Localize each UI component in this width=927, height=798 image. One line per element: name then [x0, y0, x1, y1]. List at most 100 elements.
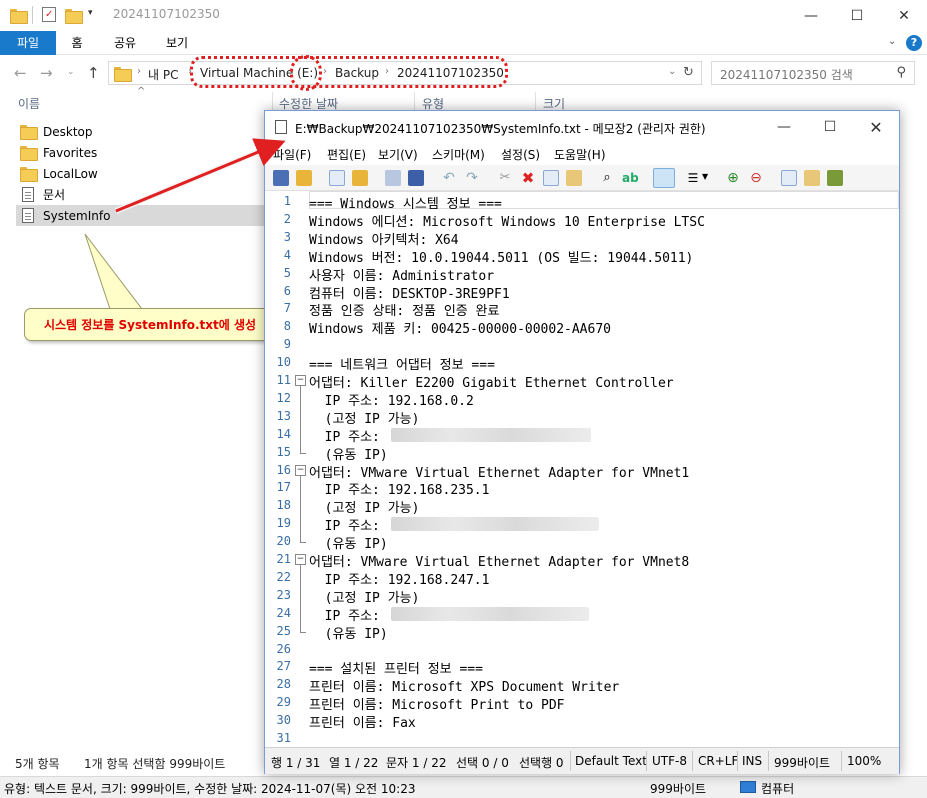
- code-line[interactable]: IP 주소: 192.168.247.1: [309, 569, 490, 588]
- maximize-button[interactable]: ☐: [807, 111, 853, 143]
- menu-view[interactable]: 보기(V): [378, 146, 418, 163]
- code-line[interactable]: === 설치된 프린터 정보 ===: [309, 658, 483, 677]
- breadcrumb-this-pc[interactable]: 내 PC: [148, 66, 178, 83]
- code-line[interactable]: (고정 IP 가능): [309, 497, 420, 516]
- code-line[interactable]: 정품 인증 상태: 정품 인증 완료: [309, 300, 499, 319]
- fold-toggle-icon[interactable]: −: [295, 464, 306, 476]
- code-line[interactable]: 프린터 이름: Fax: [309, 712, 416, 731]
- code-line[interactable]: Windows 제품 키: 00425-00000-00002-AA670: [309, 318, 611, 337]
- word-wrap-icon[interactable]: [653, 168, 675, 188]
- column-name[interactable]: 이름: [18, 95, 40, 112]
- text-editor[interactable]: 1 2 3 4 5 6 7 8 9 10 11 12 13 14 15 16 17 18 19 20 21 22 23 24 2…: [265, 191, 899, 747]
- minimize-button[interactable]: —: [761, 111, 807, 143]
- minimize-button[interactable]: —: [788, 0, 834, 31]
- status-zoom[interactable]: 100%: [847, 754, 881, 768]
- code-line[interactable]: IP 주소: 192.168.235.1: [309, 479, 490, 498]
- line-number: 16: [276, 462, 291, 477]
- status-encoding[interactable]: UTF-8: [652, 754, 687, 768]
- chevron-right-icon[interactable]: ›: [137, 66, 141, 77]
- list-item-desktop[interactable]: Desktop: [16, 121, 266, 142]
- new-file-icon[interactable]: [273, 170, 289, 186]
- toggle-list-icon[interactable]: ☰: [685, 170, 701, 186]
- search-box[interactable]: 20241107102350 검색 ⚲: [711, 61, 915, 85]
- forward-icon[interactable]: →: [40, 64, 53, 82]
- line-number: 31: [276, 731, 291, 745]
- reopen-icon[interactable]: [352, 170, 368, 186]
- code-line[interactable]: 컴퓨터 이름: DESKTOP-3RE9PF1: [309, 283, 510, 302]
- recent-locations-icon[interactable]: ⌄: [67, 67, 75, 77]
- code-line[interactable]: 사용자 이름: Administrator: [309, 265, 494, 284]
- cut-icon[interactable]: ✂: [497, 170, 513, 186]
- zoom-in-icon[interactable]: ⊕: [725, 170, 741, 186]
- replace-icon[interactable]: ab: [622, 170, 639, 186]
- paste-icon[interactable]: [566, 170, 582, 186]
- delete-icon[interactable]: ✖: [520, 170, 536, 186]
- search-input[interactable]: 20241107102350 검색: [720, 66, 853, 83]
- find-icon[interactable]: ⌕: [599, 170, 615, 186]
- list-item-systeminfo[interactable]: SystemInfo: [16, 205, 266, 226]
- up-icon[interactable]: ↑: [87, 64, 100, 82]
- code-line[interactable]: (고정 IP 가능): [309, 587, 420, 606]
- tab-home[interactable]: 홈: [62, 31, 92, 55]
- menu-file[interactable]: 파일(F): [273, 146, 311, 163]
- tab-view[interactable]: 보기: [160, 31, 194, 55]
- exit-icon[interactable]: [827, 170, 843, 186]
- expand-ribbon-icon[interactable]: ⌄: [888, 36, 896, 47]
- fold-toggle-icon[interactable]: −: [295, 554, 306, 565]
- properties-icon[interactable]: ✓: [42, 7, 56, 22]
- customize-quick-access-icon[interactable]: ▾: [88, 8, 93, 18]
- list-item-favorites[interactable]: Favorites: [16, 142, 266, 163]
- zoom-out-icon[interactable]: ⊖: [748, 170, 764, 186]
- fold-toggle-icon[interactable]: −: [295, 375, 306, 386]
- code-line[interactable]: IP 주소: 192.168.0.2: [309, 390, 474, 409]
- save-as-icon[interactable]: [408, 170, 424, 186]
- chevron-down-icon[interactable]: ⌄: [668, 66, 676, 77]
- list-item-documents[interactable]: 문서: [16, 184, 266, 205]
- scheme-icon[interactable]: [781, 170, 797, 186]
- refresh-icon[interactable]: ↻: [683, 65, 694, 80]
- code-line[interactable]: === 네트워크 어댑터 정보 ===: [309, 354, 495, 373]
- status-selection: 선택 0 / 0: [456, 756, 509, 770]
- code-line[interactable]: IP 주소:: [309, 515, 388, 534]
- status-scheme[interactable]: Default Text: [575, 754, 647, 768]
- code-line[interactable]: 어댑터: VMware Virtual Ethernet Adapter for…: [309, 462, 689, 481]
- code-line[interactable]: Windows 아키텍처: X64: [309, 229, 459, 248]
- code-line[interactable]: (유동 IP): [309, 533, 388, 552]
- code-line[interactable]: (유동 IP): [309, 444, 388, 463]
- code-line[interactable]: 어댑터: VMware Virtual Ethernet Adapter for…: [309, 551, 689, 570]
- menu-help[interactable]: 도움말(H): [554, 146, 606, 163]
- settings-icon[interactable]: [804, 170, 820, 186]
- code-line[interactable]: === Windows 시스템 정보 ===: [309, 193, 502, 212]
- maximize-button[interactable]: ☐: [834, 0, 880, 31]
- open-file-icon[interactable]: [296, 170, 312, 186]
- code-line[interactable]: Windows 버전: 10.0.19044.5011 (OS 빌드: 1904…: [309, 247, 693, 266]
- code-line[interactable]: IP 주소:: [309, 426, 388, 445]
- code-line[interactable]: IP 주소:: [309, 605, 388, 624]
- code-line[interactable]: 프린터 이름: Microsoft XPS Document Writer: [309, 676, 619, 695]
- new-folder-icon[interactable]: [65, 9, 83, 24]
- status-eol[interactable]: CR+LF: [698, 754, 738, 768]
- back-icon[interactable]: ←: [14, 64, 27, 82]
- menu-settings[interactable]: 설정(S): [501, 146, 540, 163]
- code-line[interactable]: 프린터 이름: Microsoft Print to PDF: [309, 694, 564, 713]
- close-button[interactable]: ✕: [853, 111, 899, 143]
- status-insert-mode[interactable]: INS: [742, 754, 762, 768]
- save-icon[interactable]: [385, 170, 401, 186]
- copy-icon[interactable]: [543, 170, 559, 186]
- menu-scheme[interactable]: 스키마(M): [432, 146, 485, 163]
- browse-icon[interactable]: [329, 170, 345, 186]
- code-line[interactable]: 어댑터: Killer E2200 Gigabit Ethernet Contr…: [309, 372, 674, 391]
- search-icon[interactable]: ⚲: [896, 65, 906, 80]
- undo-icon[interactable]: ↶: [441, 170, 457, 186]
- code-line[interactable]: Windows 에디션: Microsoft Windows 10 Enterp…: [309, 211, 705, 230]
- chevron-down-icon[interactable]: ▼: [702, 172, 708, 181]
- tab-file[interactable]: 파일: [0, 31, 56, 55]
- tab-share[interactable]: 공유: [108, 31, 142, 55]
- close-button[interactable]: ✕: [881, 0, 927, 31]
- code-line[interactable]: (고정 IP 가능): [309, 408, 420, 427]
- help-icon[interactable]: ?: [906, 35, 922, 51]
- code-line[interactable]: (유동 IP): [309, 623, 388, 642]
- redo-icon[interactable]: ↷: [464, 170, 480, 186]
- menu-edit[interactable]: 편집(E): [327, 146, 366, 163]
- list-item-locallow[interactable]: LocalLow: [16, 163, 266, 184]
